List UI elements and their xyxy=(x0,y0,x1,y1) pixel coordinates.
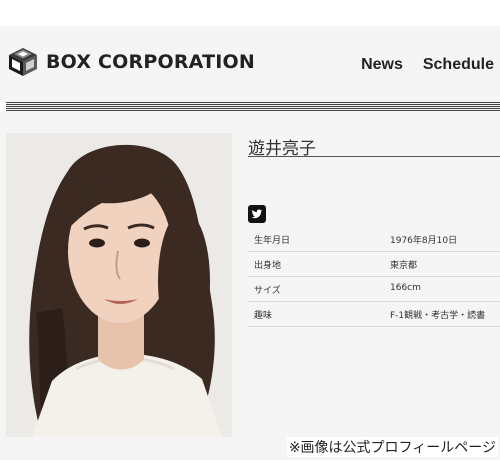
profile-row-hobby: 趣味 F-1観戦・考古学・読書 xyxy=(248,302,500,327)
profile-table: 生年月日 1976年8月10日 出身地 東京都 サイズ 166cm 趣味 F-1… xyxy=(248,227,500,327)
size-value: 166cm xyxy=(390,283,421,293)
image-source-caption: ※画像は公式プロフィールページ xyxy=(286,437,498,457)
profile-row-size: サイズ 166cm xyxy=(248,277,500,302)
birthplace-label: 出身地 xyxy=(254,261,282,271)
top-gap xyxy=(0,0,500,26)
twitter-link[interactable] xyxy=(248,205,266,223)
twitter-icon xyxy=(251,209,263,219)
hobby-value: F-1観戦・考古学・読書 xyxy=(390,311,486,321)
name-divider xyxy=(248,156,500,157)
size-label: サイズ xyxy=(254,286,281,296)
site-header: BOX CORPORATION News Schedule xyxy=(0,26,500,102)
header-divider xyxy=(6,102,500,111)
profile-row-birthday: 生年月日 1976年8月10日 xyxy=(248,227,500,252)
talent-photo xyxy=(6,133,232,437)
profile-row-birthplace: 出身地 東京都 xyxy=(248,252,500,277)
birthplace-value: 東京都 xyxy=(390,261,418,271)
logo-text: BOX CORPORATION xyxy=(46,51,255,73)
nav-news[interactable]: News xyxy=(361,56,403,74)
site-logo[interactable]: BOX CORPORATION xyxy=(7,46,255,78)
box-logo-icon xyxy=(9,48,37,76)
main-nav: News Schedule xyxy=(361,56,494,74)
nav-schedule[interactable]: Schedule xyxy=(423,56,494,74)
birthday-label: 生年月日 xyxy=(254,236,291,246)
hobby-label: 趣味 xyxy=(254,311,273,321)
birthday-value: 1976年8月10日 xyxy=(390,236,458,246)
